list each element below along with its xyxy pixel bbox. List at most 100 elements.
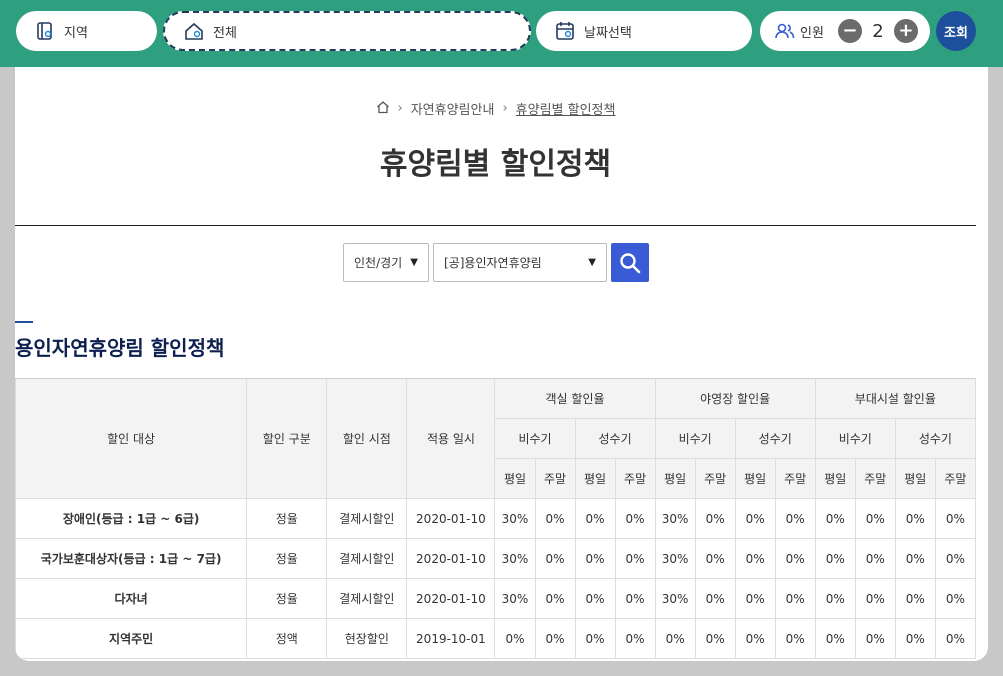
cell-rate: 0% (934, 498, 977, 539)
page-title: 휴양림별 할인정책 (379, 147, 612, 182)
cell-rate: 0% (854, 538, 896, 579)
cell-rate: 0% (494, 618, 536, 659)
people-selector: 인원 − 2 + (760, 11, 930, 51)
table-row: 국가보훈대상자(등급 : 1급 ~ 7급) 정율 결제시할인 2020-01-10 30… (15, 538, 977, 579)
cell-rate: 0% (534, 618, 576, 659)
cell-rate: 30% (494, 578, 536, 619)
cell-rate: 0% (694, 538, 736, 579)
cell-rate: 0% (894, 578, 936, 619)
cell-rate: 0% (774, 498, 816, 539)
breadcrumb-item[interactable]: 자연휴양림안내 (411, 99, 495, 118)
cell-date: 2020-01-10 (406, 578, 496, 619)
chevron-down-icon: ▼ (588, 257, 596, 268)
header-weekend: 주말 (694, 458, 736, 499)
cell-rate: 0% (534, 538, 576, 579)
cell-rate: 0% (574, 578, 616, 619)
cell-rate: 0% (814, 538, 856, 579)
cell-timing: 결제시할인 (326, 578, 408, 619)
location-house-icon (183, 20, 205, 42)
cell-type: 정율 (246, 498, 328, 539)
map-book-icon (34, 20, 56, 42)
section-marker (15, 321, 33, 323)
header-weekend: 주말 (534, 458, 576, 499)
region-select[interactable]: 인천/경기 ▼ (343, 243, 429, 282)
date-selector[interactable]: 날짜선택 (536, 11, 752, 51)
header-camp: 야영장 할인율 (654, 378, 816, 419)
increase-button[interactable]: + (893, 19, 918, 43)
header-weekend: 주말 (774, 458, 816, 499)
cell-date: 2020-01-10 (406, 498, 496, 539)
cell-rate: 0% (814, 618, 856, 659)
cell-type: 정율 (246, 578, 328, 619)
region-select-value: 인천/경기 (354, 256, 403, 270)
header-weekend: 주말 (614, 458, 656, 499)
cell-rate: 0% (934, 538, 977, 579)
header-weekday: 평일 (734, 458, 776, 499)
search-bar: 지역 전체 날짜선택 인원 − 2 + 조회 (0, 0, 1003, 67)
header-off-season: 비수기 (814, 418, 896, 459)
header-date: 적용 일시 (406, 378, 496, 499)
section-title: 용인자연휴양림 할인정책 (15, 336, 225, 360)
cell-target: 지역주민 (15, 618, 248, 659)
header-weekend: 주말 (854, 458, 896, 499)
table-row: 지역주민 정액 현장할인 2019-10-01 0% 0% 0% 0% 0% 0% 0% 0% 0% 0%… (15, 618, 977, 659)
cell-rate: 0% (854, 578, 896, 619)
chevron-right-icon: › (502, 101, 508, 116)
cell-rate: 30% (654, 538, 696, 579)
cell-rate: 0% (894, 618, 936, 659)
home-icon[interactable] (376, 100, 390, 118)
forest-select[interactable]: [공]용인자연휴양림 ▼ (433, 243, 607, 282)
cell-rate: 0% (614, 618, 656, 659)
header-off-season: 비수기 (494, 418, 576, 459)
table-row: 다자녀 정율 결제시할인 2020-01-10 30% 0% 0% 0% 30% 0% 0% 0% 0%… (15, 578, 977, 619)
region-selector[interactable]: 지역 (16, 11, 157, 51)
cell-timing: 결제시할인 (326, 498, 408, 539)
cell-rate: 30% (494, 498, 536, 539)
cell-rate: 0% (894, 498, 936, 539)
chevron-down-icon: ▼ (410, 257, 418, 268)
cell-timing: 결제시할인 (326, 538, 408, 579)
cell-rate: 0% (814, 498, 856, 539)
decrease-button[interactable]: − (837, 19, 862, 43)
cell-rate: 0% (734, 498, 776, 539)
people-count: 2 (872, 20, 884, 42)
area-selector[interactable]: 전체 (163, 11, 531, 51)
header-weekday: 평일 (574, 458, 616, 499)
header-peak-season: 성수기 (894, 418, 977, 459)
cell-rate: 0% (734, 578, 776, 619)
cell-rate: 0% (534, 578, 576, 619)
submit-button[interactable]: 조회 (936, 11, 976, 51)
header-facility: 부대시설 할인율 (814, 378, 977, 419)
header-type: 할인 구분 (246, 378, 328, 499)
table-row: 장애인(등급 : 1급 ~ 6급) 정율 결제시할인 2020-01-10 30% 0% 0… (15, 498, 977, 539)
discount-table: 할인 대상 할인 구분 할인 시점 적용 일시 객실 할인율 야영장 할인율 부… (15, 378, 977, 659)
date-label: 날짜선택 (584, 25, 632, 41)
divider (15, 225, 976, 226)
cell-date: 2019-10-01 (406, 618, 496, 659)
search-button[interactable] (611, 243, 649, 282)
cell-rate: 0% (534, 498, 576, 539)
cell-rate: 0% (574, 538, 616, 579)
forest-select-value: [공]용인자연휴양림 (444, 256, 542, 270)
calendar-icon (554, 20, 576, 42)
header-off-season: 비수기 (654, 418, 736, 459)
cell-target: 다자녀 (15, 578, 248, 619)
cell-rate: 0% (574, 618, 616, 659)
cell-rate: 0% (694, 578, 736, 619)
header-weekend: 주말 (934, 458, 977, 499)
region-label: 지역 (64, 25, 88, 41)
cell-rate: 0% (694, 618, 736, 659)
breadcrumb-current[interactable]: 휴양림별 할인정책 (516, 99, 616, 118)
cell-rate: 0% (734, 618, 776, 659)
main-content: › 자연휴양림안내 › 휴양림별 할인정책 휴양림별 할인정책 인천/경기 ▼ … (15, 67, 988, 661)
cell-target: 국가보훈대상자(등급 : 1급 ~ 7급) (15, 538, 248, 579)
header-timing: 할인 시점 (326, 378, 408, 499)
header-weekday: 평일 (894, 458, 936, 499)
header-weekday: 평일 (654, 458, 696, 499)
cell-rate: 30% (654, 498, 696, 539)
header-room: 객실 할인율 (494, 378, 656, 419)
cell-rate: 0% (814, 578, 856, 619)
cell-rate: 0% (774, 618, 816, 659)
cell-target: 장애인(등급 : 1급 ~ 6급) (15, 498, 248, 539)
chevron-right-icon: › (397, 101, 403, 116)
